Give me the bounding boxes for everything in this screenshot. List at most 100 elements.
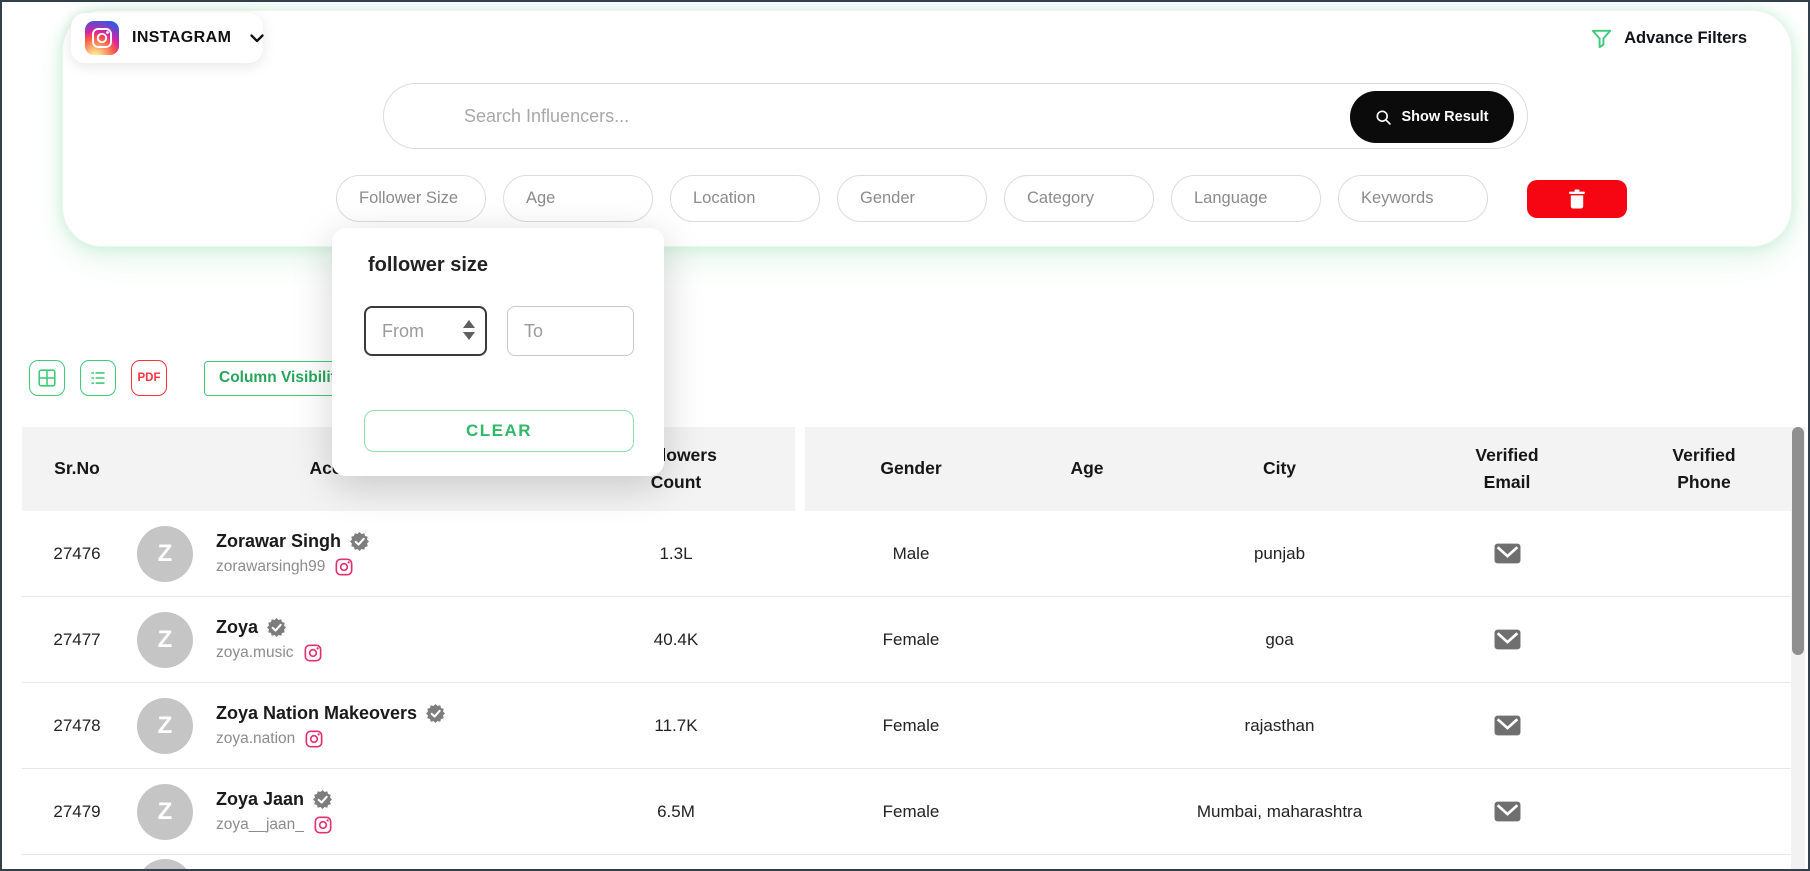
city-cell: goa bbox=[1157, 597, 1402, 682]
sr-no-cell: 27476 bbox=[22, 511, 132, 596]
table-row[interactable]: 27479 Z Zoya Jaan zoya__jaan_ bbox=[22, 769, 1796, 855]
advance-filters-label: Advance Filters bbox=[1624, 29, 1747, 48]
header-verified-phone: Verified Phone bbox=[1612, 427, 1796, 511]
sr-no-cell: 27477 bbox=[22, 597, 132, 682]
filter-pill-location[interactable]: Location bbox=[670, 175, 820, 222]
influencer-name: Zorawar Singh bbox=[216, 531, 341, 552]
influencer-name: Zoya Jaan bbox=[216, 789, 304, 810]
follower-to-input[interactable] bbox=[507, 306, 634, 356]
chevron-down-icon bbox=[250, 34, 264, 43]
avatar: Z bbox=[137, 526, 193, 582]
list-view-button[interactable] bbox=[80, 360, 116, 396]
verified-badge-icon bbox=[350, 532, 369, 551]
gender-cell: Female bbox=[805, 597, 1017, 682]
grid-view-button[interactable] bbox=[29, 360, 65, 396]
clear-button[interactable]: CLEAR bbox=[364, 410, 634, 452]
advance-filters-button[interactable]: Advance Filters bbox=[1590, 27, 1747, 50]
filter-pill-language[interactable]: Language bbox=[1171, 175, 1321, 222]
column-divider bbox=[795, 769, 805, 854]
verified-email-cell bbox=[1402, 597, 1612, 682]
city-cell: punjab bbox=[1157, 511, 1402, 596]
verified-email-cell bbox=[1402, 683, 1612, 768]
sr-no-cell: 27478 bbox=[22, 683, 132, 768]
instagram-profile-icon[interactable] bbox=[314, 816, 332, 834]
verified-badge-icon bbox=[267, 618, 286, 637]
email-icon[interactable] bbox=[1494, 629, 1521, 650]
platform-label: INSTAGRAM bbox=[132, 29, 231, 47]
influencer-username: zoya.nation bbox=[216, 730, 295, 748]
influencer-name: Zoya bbox=[216, 617, 258, 638]
email-icon[interactable] bbox=[1494, 715, 1521, 736]
verified-email-cell bbox=[1402, 511, 1612, 596]
followers-cell: 11.7K bbox=[557, 683, 795, 768]
account-cell: Z Zoya Jaan zoya__jaan_ bbox=[132, 769, 557, 854]
list-icon bbox=[87, 367, 109, 389]
followers-cell: 1.3L bbox=[557, 511, 795, 596]
instagram-profile-icon[interactable] bbox=[305, 730, 323, 748]
grid-icon bbox=[36, 367, 58, 389]
age-cell bbox=[1017, 683, 1157, 768]
header-gender: Gender bbox=[805, 427, 1017, 511]
followers-cell: 6.5M bbox=[557, 769, 795, 854]
column-divider bbox=[795, 427, 805, 511]
header-verified-email: Verified Email bbox=[1402, 427, 1612, 511]
email-icon[interactable] bbox=[1494, 543, 1521, 564]
verified-badge-icon bbox=[426, 704, 445, 723]
filter-card: INSTAGRAM Advance Filters bbox=[62, 10, 1792, 247]
verified-phone-cell bbox=[1612, 511, 1796, 596]
column-divider bbox=[795, 683, 805, 768]
followers-cell: 40.4K bbox=[557, 597, 795, 682]
pdf-icon: PDF bbox=[138, 372, 161, 384]
instagram-icon bbox=[85, 21, 119, 55]
verified-phone-cell bbox=[1612, 769, 1796, 854]
influencer-username: zoya.music bbox=[216, 644, 294, 662]
avatar: Z bbox=[137, 612, 193, 668]
influencer-username: zorawarsingh99 bbox=[216, 558, 325, 576]
scrollbar-thumb[interactable] bbox=[1792, 427, 1804, 655]
column-divider bbox=[795, 511, 805, 596]
clear-all-filters-button[interactable] bbox=[1527, 180, 1627, 218]
popover-title: follower size bbox=[368, 254, 488, 277]
show-result-button[interactable]: Show Result bbox=[1350, 91, 1514, 143]
trash-icon bbox=[1568, 189, 1586, 209]
pdf-export-button[interactable]: PDF bbox=[131, 360, 167, 396]
table-row[interactable]: 27476 Z Zorawar Singh zorawarsingh99 bbox=[22, 511, 1796, 597]
platform-selector[interactable]: INSTAGRAM bbox=[71, 13, 263, 63]
sr-no-cell: 27479 bbox=[22, 769, 132, 854]
gender-cell: Female bbox=[805, 683, 1017, 768]
search-icon bbox=[1375, 109, 1392, 126]
verified-badge-icon bbox=[313, 790, 332, 809]
header-sr-no: Sr.No bbox=[22, 427, 132, 511]
filter-pill-keywords[interactable]: Keywords bbox=[1338, 175, 1488, 222]
account-cell: Z Zoya zoya.music bbox=[132, 597, 557, 682]
instagram-profile-icon[interactable] bbox=[335, 558, 353, 576]
avatar: Z bbox=[137, 698, 193, 754]
table-row[interactable]: 27478 Z Zoya Nation Makeovers zoya.natio… bbox=[22, 683, 1796, 769]
table-scrollbar[interactable] bbox=[1791, 427, 1805, 869]
table-row-partial: Z bbox=[22, 855, 1796, 870]
table-header: Sr.No Account Followers Count Gender Age… bbox=[22, 427, 1796, 511]
number-stepper-icon[interactable] bbox=[463, 320, 475, 340]
follower-size-popover: follower size CLEAR bbox=[332, 228, 664, 476]
verified-phone-cell bbox=[1612, 683, 1796, 768]
gender-cell: Male bbox=[805, 511, 1017, 596]
email-icon[interactable] bbox=[1494, 801, 1521, 822]
column-divider bbox=[795, 597, 805, 682]
funnel-icon bbox=[1590, 27, 1613, 50]
header-city: City bbox=[1157, 427, 1402, 511]
table-row[interactable]: 27477 Z Zoya zoya.music bbox=[22, 597, 1796, 683]
results-table: Sr.No Account Followers Count Gender Age… bbox=[22, 427, 1796, 870]
show-result-label: Show Result bbox=[1401, 109, 1488, 125]
avatar: Z bbox=[137, 784, 193, 840]
verified-phone-cell bbox=[1612, 597, 1796, 682]
age-cell bbox=[1017, 769, 1157, 854]
age-cell bbox=[1017, 511, 1157, 596]
city-cell: Mumbai, maharashtra bbox=[1157, 769, 1402, 854]
filter-pill-follower-size[interactable]: Follower Size bbox=[336, 175, 486, 222]
filter-pill-category[interactable]: Category bbox=[1004, 175, 1154, 222]
instagram-profile-icon[interactable] bbox=[304, 644, 322, 662]
filter-pill-gender[interactable]: Gender bbox=[837, 175, 987, 222]
filter-pill-age[interactable]: Age bbox=[503, 175, 653, 222]
search-bar: Show Result bbox=[383, 83, 1528, 149]
filter-pill-row: Follower Size Age Location Gender Catego… bbox=[336, 175, 1627, 222]
